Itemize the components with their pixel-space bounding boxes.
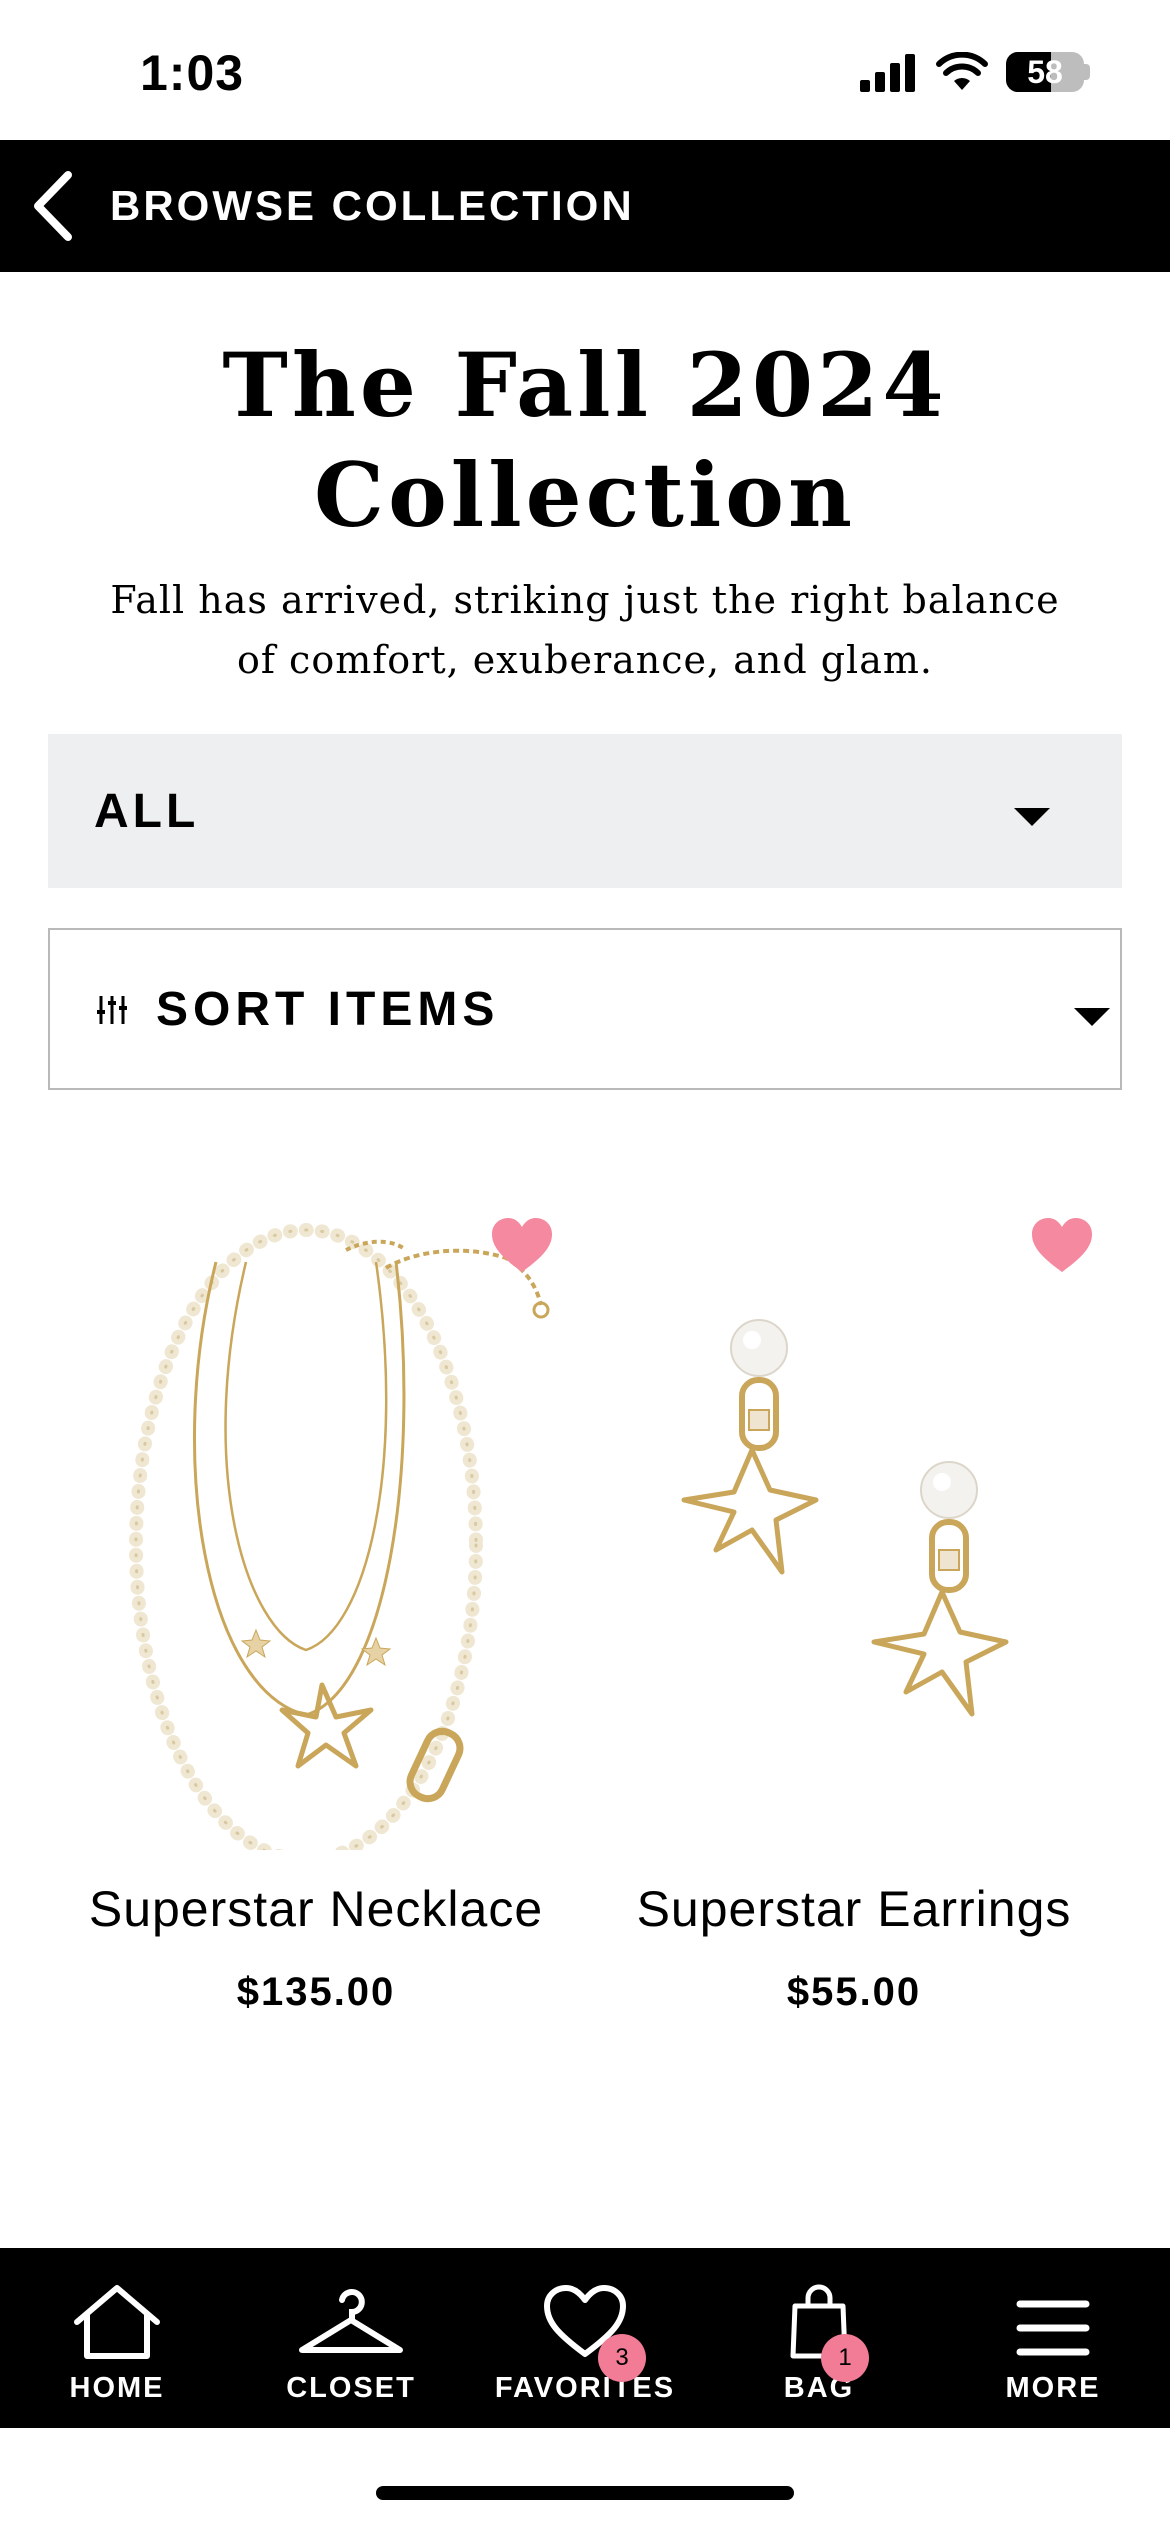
- product-price: $55.00: [786, 1970, 922, 2014]
- menu-icon: [1016, 2300, 1090, 2356]
- bottom-tab-bar: HOME CLOSET 3 FAVORITES 1 BAG MORE: [0, 2248, 1170, 2428]
- page-title: The Fall 2024 Collection: [222, 333, 948, 547]
- sort-items-label: SORT ITEMS: [156, 983, 500, 1036]
- tab-favorites-label: FAVORITES: [494, 2372, 676, 2404]
- back-button[interactable]: [0, 140, 76, 272]
- status-time: 1:03: [140, 45, 245, 101]
- tab-closet-label: CLOSET: [286, 2372, 416, 2404]
- hanger-icon: [299, 2289, 403, 2353]
- bag-count-badge: 1: [821, 2334, 869, 2382]
- page-subtitle: Fall has arrived, striking just the righ…: [110, 578, 1060, 682]
- tab-home-label: HOME: [69, 2372, 165, 2404]
- category-filter-dropdown[interactable]: ALL: [48, 734, 1122, 888]
- product-name[interactable]: Superstar Earrings: [584, 1880, 1124, 1938]
- header-title: BROWSE COLLECTION: [110, 182, 635, 229]
- tab-home[interactable]: HOME: [0, 2248, 234, 2428]
- cellular-signal-icon: [860, 54, 915, 92]
- sort-items-dropdown[interactable]: SORT ITEMS: [48, 928, 1122, 1090]
- tab-bag[interactable]: 1 BAG: [702, 2248, 936, 2428]
- wifi-icon: [936, 52, 988, 90]
- sliders-icon: [97, 996, 127, 1024]
- tab-more[interactable]: MORE: [936, 2248, 1170, 2428]
- caret-down-icon: [1074, 1008, 1110, 1026]
- status-icons: 58: [858, 52, 1090, 92]
- status-bar: 1:03 58: [0, 0, 1170, 140]
- product-name[interactable]: Superstar Necklace: [46, 1880, 586, 1938]
- product-price: $135.00: [236, 1970, 396, 2014]
- home-icon: [74, 2285, 160, 2359]
- tab-favorites[interactable]: 3 FAVORITES: [468, 2248, 702, 2428]
- tab-more-label: MORE: [1005, 2372, 1101, 2404]
- favorites-count-badge: 3: [598, 2334, 646, 2382]
- caret-down-icon: [1014, 808, 1050, 826]
- battery-indicator: 58: [1006, 52, 1090, 92]
- category-filter-value: ALL: [94, 785, 200, 838]
- superstar-earrings-image: [681, 1319, 1009, 1717]
- tab-closet[interactable]: CLOSET: [234, 2248, 468, 2428]
- favorite-heart-icon[interactable]: [1030, 1216, 1094, 1274]
- top-header: BROWSE COLLECTION: [0, 140, 1170, 272]
- home-indicator: [376, 2486, 794, 2500]
- superstar-necklace-image: [129, 1223, 550, 1850]
- battery-percent: 58: [1027, 53, 1063, 90]
- chevron-left-icon: [34, 171, 72, 241]
- favorite-heart-icon[interactable]: [490, 1216, 554, 1274]
